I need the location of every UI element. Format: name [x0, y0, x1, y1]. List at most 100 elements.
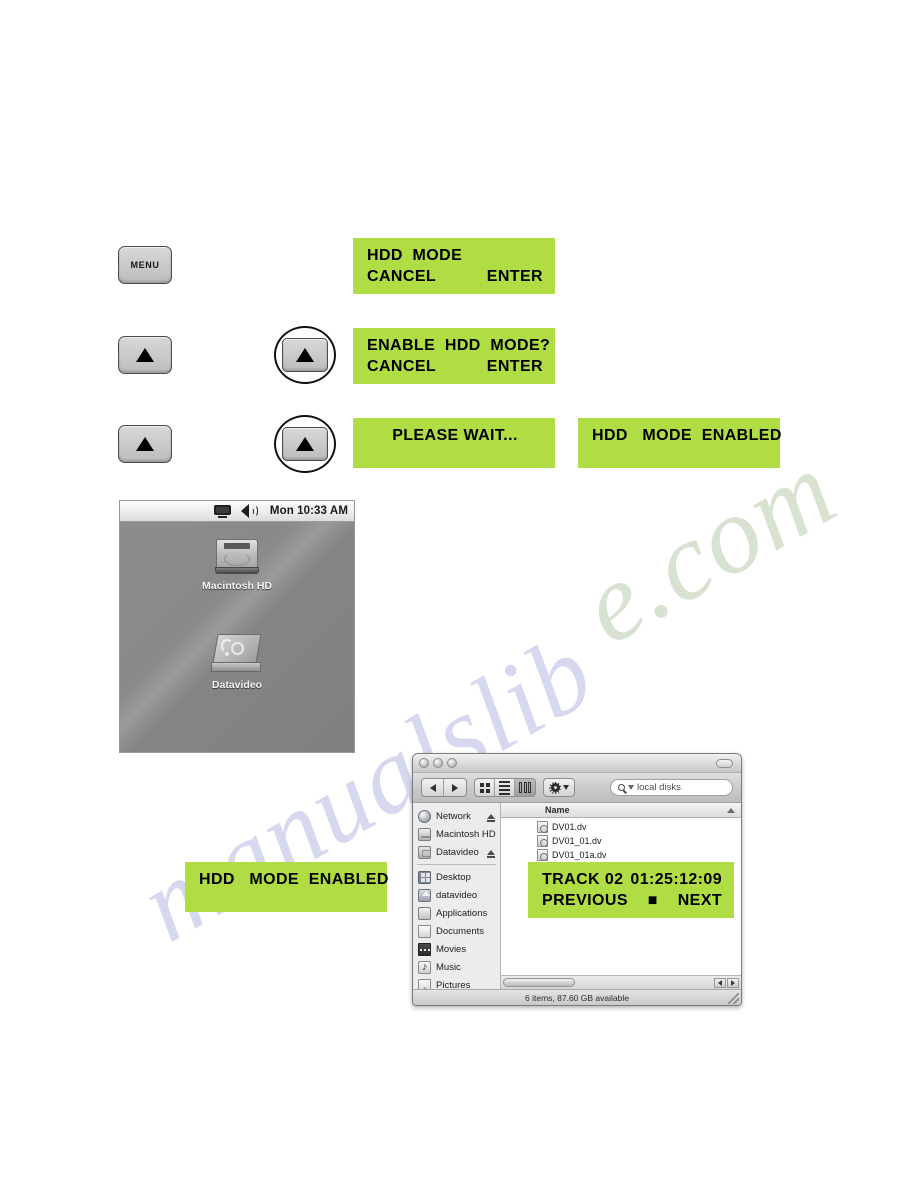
- desktop-icon-label: Datavideo: [211, 679, 263, 691]
- up-button-face[interactable]: [118, 425, 172, 463]
- highlight-circle: [274, 326, 336, 384]
- triangle-up-icon: [296, 348, 314, 362]
- file-name-label: DV01_01.dv: [552, 836, 602, 846]
- finder-title-bar[interactable]: [413, 754, 741, 773]
- column-view-button[interactable]: [515, 779, 535, 796]
- up-button-face[interactable]: [282, 338, 328, 372]
- file-name-label: DV01_01a.dv: [552, 850, 607, 860]
- applications-icon: [418, 906, 431, 920]
- desktop-icon-datavideo[interactable]: Datavideo: [120, 634, 354, 691]
- column-header-name: Name: [545, 805, 570, 815]
- up-button-highlighted-step2[interactable]: [274, 326, 336, 384]
- sidebar-item-datavideo[interactable]: Datavideo: [413, 843, 500, 861]
- column-header-row[interactable]: Name: [501, 803, 741, 818]
- lcd-enabled-label: HDD MODE ENABLED: [199, 871, 389, 888]
- scroll-right-button[interactable]: [727, 977, 739, 988]
- scroll-left-button[interactable]: [714, 977, 726, 988]
- sidebar-item-desktop[interactable]: Desktop: [413, 868, 500, 886]
- desktop-icon-macintosh-hd[interactable]: Macintosh HD: [120, 537, 354, 592]
- sidebar-item-music[interactable]: Music: [413, 958, 500, 976]
- sort-ascending-icon: [727, 807, 735, 813]
- lcd-enter-label: ENTER: [486, 358, 543, 376]
- mac-desktop-screenshot: Mon 10:33 AM Macintosh HD Datavideo: [119, 500, 355, 753]
- menu-button[interactable]: MENU: [118, 246, 172, 284]
- lcd-enabled-label: HDD MODE ENABLED: [592, 427, 782, 444]
- sidebar-item-network[interactable]: Network: [413, 807, 500, 825]
- lcd-line-1: HDD MODE ENABLED: [592, 425, 781, 446]
- forward-button[interactable]: [444, 779, 466, 796]
- lcd-panel-please-wait: PLEASE WAIT...: [353, 418, 555, 468]
- triangle-up-icon: [136, 437, 154, 451]
- eject-icon[interactable]: [487, 849, 495, 858]
- display-icon[interactable]: [213, 504, 231, 518]
- finder-sidebar: Network Macintosh HD Datavideo Desktop d…: [413, 803, 501, 992]
- lcd-stop-icon: ■: [647, 892, 658, 910]
- zoom-button[interactable]: [447, 758, 457, 768]
- music-icon: [418, 960, 431, 974]
- sidebar-item-applications[interactable]: Applications: [413, 904, 500, 922]
- up-button-highlighted-step3[interactable]: [274, 415, 336, 473]
- sidebar-item-macintosh-hd[interactable]: Macintosh HD: [413, 825, 500, 843]
- action-menu-button[interactable]: [543, 778, 575, 797]
- right-arrow-icon: [731, 979, 735, 986]
- dv-file-icon: [537, 835, 548, 847]
- scrollbar-thumb[interactable]: [503, 978, 575, 987]
- up-button-face[interactable]: [118, 336, 172, 374]
- lcd-line-1-left: HDD MODE: [367, 247, 463, 264]
- icon-view-icon: [479, 782, 490, 793]
- eject-icon[interactable]: [487, 813, 495, 822]
- sidebar-item-movies[interactable]: Movies: [413, 940, 500, 958]
- sidebar-item-documents[interactable]: Documents: [413, 922, 500, 940]
- status-text: 6 items, 87.60 GB available: [525, 992, 629, 1003]
- desktop-icon-label: Macintosh HD: [201, 580, 272, 592]
- up-button-face[interactable]: [282, 427, 328, 461]
- sidebar-item-datavideo-home[interactable]: datavideo: [413, 886, 500, 904]
- lcd-track-label: TRACK 02: [542, 871, 624, 888]
- lcd-enter-label: ENTER: [486, 268, 543, 286]
- menu-button-label: MENU: [130, 260, 160, 270]
- lcd-line-2: PREVIOUS ■ NEXT: [542, 890, 722, 911]
- horizontal-scrollbar[interactable]: [501, 975, 741, 989]
- up-button-step3[interactable]: [118, 425, 172, 463]
- menubar-clock[interactable]: Mon 10:33 AM: [270, 505, 348, 517]
- finder-status-bar: 6 items, 87.60 GB available: [413, 989, 741, 1005]
- list-item[interactable]: DV01_01a.dv: [501, 848, 741, 862]
- sidebar-item-label: Movies: [436, 943, 467, 955]
- list-item[interactable]: DV01.dv: [501, 820, 741, 834]
- lcd-line-2: CANCEL ENTER: [367, 356, 543, 377]
- file-name-label: DV01.dv: [552, 822, 587, 832]
- documents-icon: [418, 924, 431, 938]
- list-view-button[interactable]: [495, 779, 515, 796]
- search-menu-chevron-icon[interactable]: [628, 785, 634, 790]
- lcd-next-label: NEXT: [677, 892, 722, 910]
- sidebar-item-label: Macintosh HD: [436, 828, 496, 840]
- internal-hard-disk-icon: [214, 537, 260, 577]
- lcd-panel-bottom-enabled: HDD MODE ENABLED: [185, 862, 388, 912]
- menu-button-face[interactable]: MENU: [118, 246, 172, 284]
- icon-view-button[interactable]: [475, 779, 495, 796]
- lcd-panel-hdd-mode: HDD MODE CANCEL ENTER: [353, 238, 555, 295]
- home-icon: [418, 888, 431, 902]
- list-item[interactable]: DV01_01.dv: [501, 834, 741, 848]
- highlight-circle: [274, 415, 336, 473]
- up-button-step2[interactable]: [118, 336, 172, 374]
- mac-menu-bar: Mon 10:33 AM: [120, 501, 354, 522]
- network-globe-icon: [418, 809, 431, 823]
- back-button[interactable]: [422, 779, 444, 796]
- resize-grip-icon[interactable]: [728, 993, 739, 1004]
- toolbar-toggle-button[interactable]: [716, 759, 733, 768]
- lcd-previous-label: PREVIOUS: [542, 892, 628, 910]
- column-view-icon: [519, 782, 531, 793]
- sidebar-item-label: Music: [436, 961, 461, 973]
- search-icon: [618, 784, 625, 791]
- close-button[interactable]: [419, 758, 429, 768]
- minimize-button[interactable]: [433, 758, 443, 768]
- lcd-line-1: HDD MODE ENABLED: [199, 869, 388, 890]
- navigation-buttons: [421, 778, 467, 797]
- search-scope-label: local disks: [637, 782, 681, 793]
- search-input[interactable]: local disks: [610, 779, 733, 796]
- forward-arrow-icon: [452, 783, 458, 792]
- back-arrow-icon: [429, 783, 436, 792]
- chevron-down-icon: [563, 785, 569, 790]
- volume-icon[interactable]: [240, 504, 260, 518]
